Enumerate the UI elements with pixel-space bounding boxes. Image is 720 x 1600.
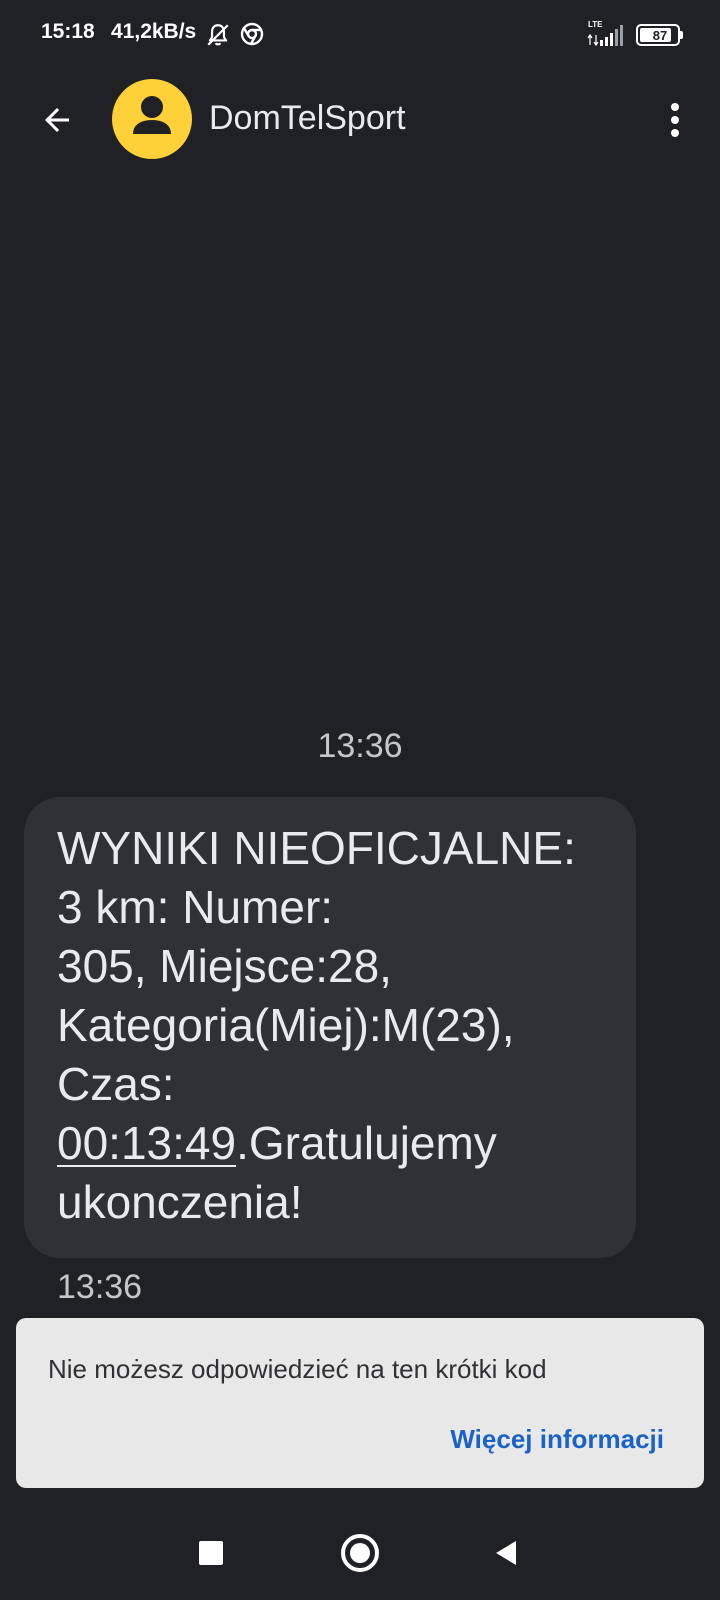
message-line: 305, Miejsce:28, xyxy=(57,940,392,992)
banner-text: Nie możesz odpowiedzieć na ten krótki ko… xyxy=(48,1354,547,1384)
bell-off-icon xyxy=(207,24,229,46)
date-stamp: 13:36 xyxy=(317,727,403,765)
status-time: 15:18 xyxy=(41,20,95,43)
person-icon xyxy=(133,96,171,134)
message-line: ukonczenia! xyxy=(57,1176,303,1228)
navigation-bar xyxy=(0,1505,720,1600)
message-timestamp: 13:36 xyxy=(57,1268,143,1306)
avatar[interactable] xyxy=(112,79,192,159)
screen: 15:18 41,2kB/s LTE 87 DomTelSport 13:36 … xyxy=(0,0,720,1600)
network-speed: 41,2kB/s xyxy=(111,20,197,43)
more-vert-icon xyxy=(671,103,679,137)
back-button[interactable] xyxy=(32,95,82,145)
status-bar: 15:18 41,2kB/s LTE 87 xyxy=(0,0,720,70)
arrow-back-icon xyxy=(45,108,69,132)
more-options-button[interactable] xyxy=(650,95,700,145)
message-text: .Gratulujemy xyxy=(236,1117,497,1169)
back-icon[interactable] xyxy=(494,1540,518,1566)
message-line: WYNIKI NIEOFICJALNE: xyxy=(57,822,576,874)
recents-icon[interactable] xyxy=(199,1541,223,1565)
home-icon[interactable] xyxy=(341,1534,379,1572)
time-link[interactable]: 00:13:49 xyxy=(57,1117,236,1169)
message-line: Czas: xyxy=(57,1058,175,1110)
message-line: 00:13:49.Gratulujemy xyxy=(57,1114,604,1173)
cannot-reply-banner: Nie możesz odpowiedzieć na ten krótki ko… xyxy=(16,1318,704,1488)
contact-name[interactable]: DomTelSport xyxy=(209,99,406,138)
battery-icon: 87 xyxy=(636,24,684,46)
chrome-icon xyxy=(240,22,264,46)
message-line: Kategoria(Miej):M(23), xyxy=(57,999,515,1051)
message-bubble[interactable]: WYNIKI NIEOFICJALNE: 3 km: Numer: 305, M… xyxy=(24,797,636,1258)
more-info-link[interactable]: Więcej informacji xyxy=(450,1424,664,1455)
message-line: 3 km: Numer: xyxy=(57,881,334,933)
battery-level: 87 xyxy=(652,28,668,43)
app-bar: DomTelSport xyxy=(0,75,720,165)
signal-icon xyxy=(587,25,623,47)
